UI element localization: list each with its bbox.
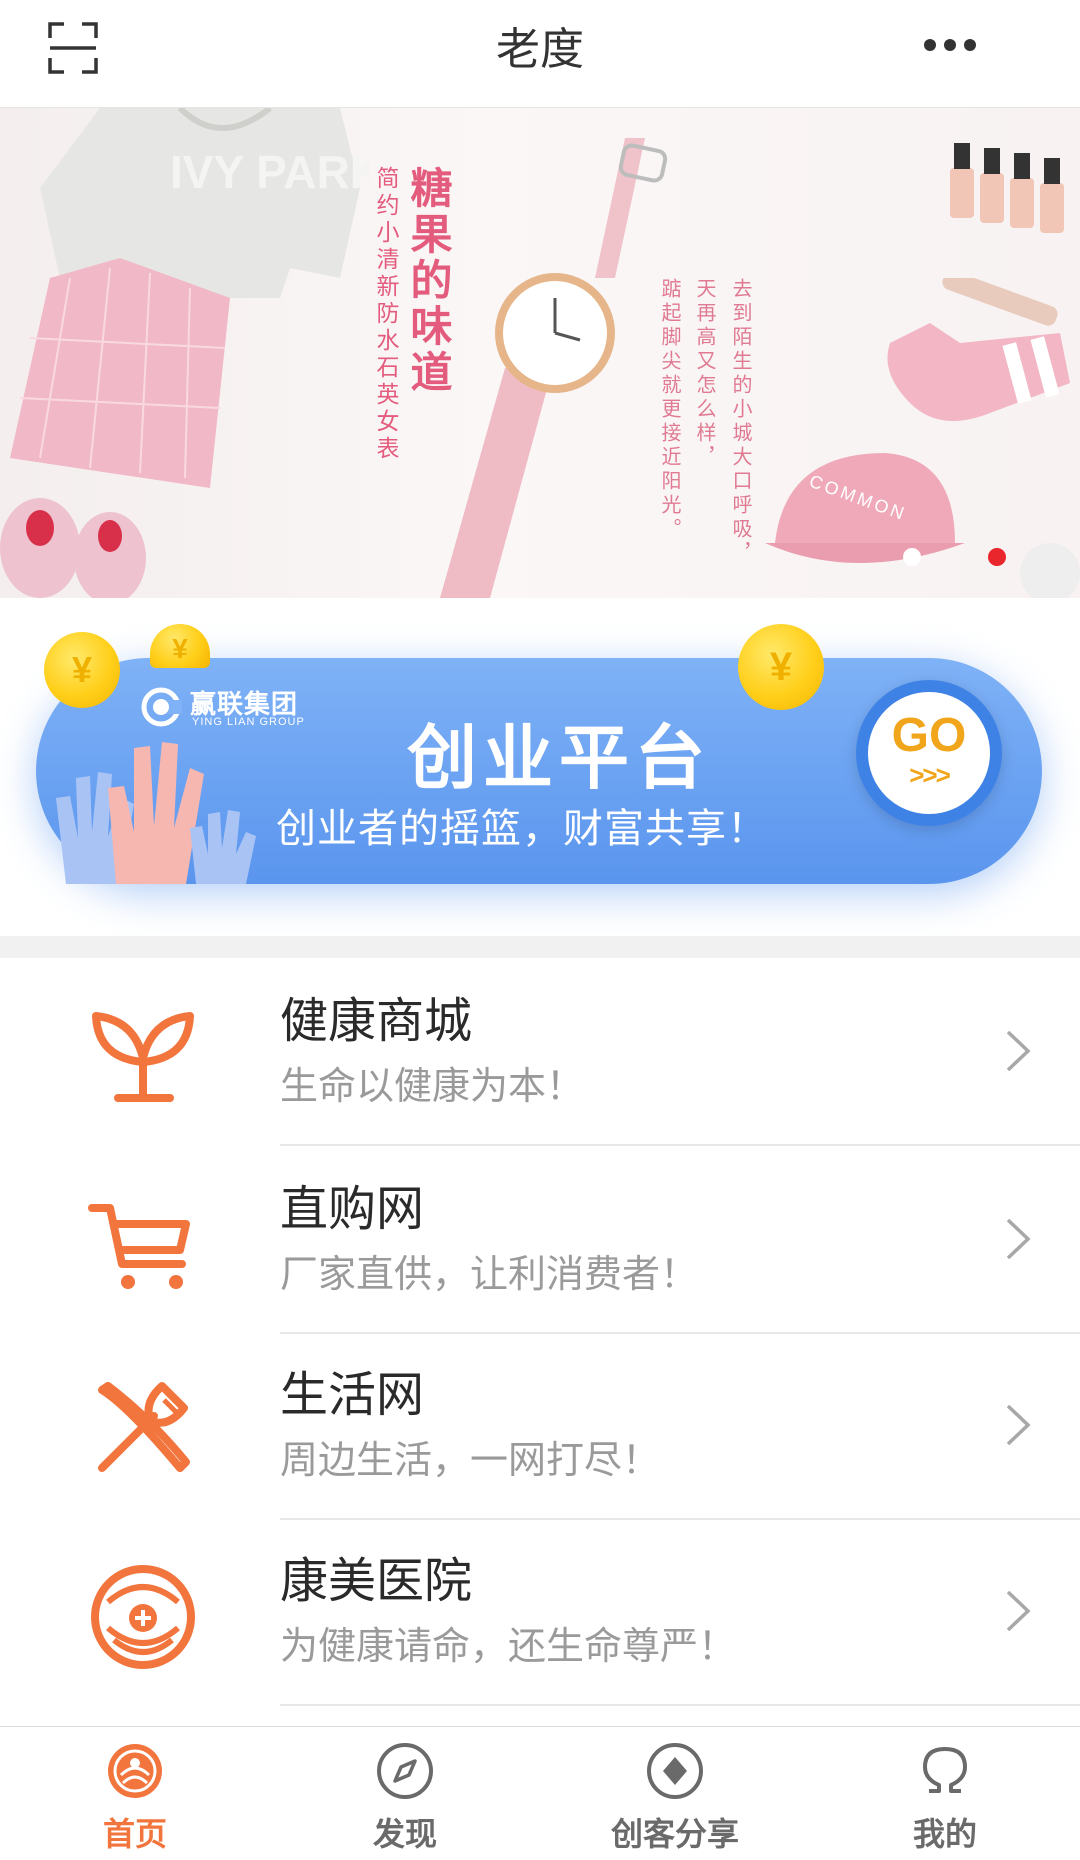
go-button-face: GO >>>: [868, 692, 990, 814]
go-arrows: >>>: [909, 760, 951, 790]
coin-icon: ¥: [150, 624, 210, 668]
chevron-right-icon: [1006, 1404, 1031, 1446]
list-item-title: 健康商城: [280, 995, 473, 1048]
share-diamond-icon: [647, 1743, 703, 1799]
list-item-desc: 厂家直供，让利消费者！: [280, 1254, 699, 1296]
profile-icon: [923, 1747, 967, 1793]
list-item-health-mall[interactable]: 健康商城 生命以健康为本！: [0, 958, 1080, 1146]
banner-subtitle: 简约小清新防水石英女表: [373, 166, 399, 463]
more-dot: [964, 39, 976, 51]
compass-icon: [377, 1743, 433, 1799]
tab-label: 创客分享: [610, 1816, 739, 1852]
coin-icon: ¥: [44, 632, 120, 708]
more-icon[interactable]: [924, 30, 976, 60]
list-item-desc: 生命以健康为本！: [280, 1066, 585, 1108]
go-label: GO: [891, 709, 967, 762]
list-item-title: 生活网: [280, 1369, 425, 1422]
coin-icon: ¥: [738, 624, 824, 710]
go-button[interactable]: GO >>>: [856, 680, 1002, 826]
chevron-right-icon: [1006, 1030, 1031, 1072]
bottom-tab-bar: 首页 发现 创客分享 我的: [0, 1726, 1080, 1860]
carousel-dot-active[interactable]: [988, 548, 1006, 566]
chevron-right-icon: [1006, 1590, 1031, 1632]
compact-mirror-image: [1020, 543, 1080, 598]
sprout-icon: [92, 1012, 194, 1102]
tab-discover[interactable]: 发现: [270, 1727, 540, 1860]
fork-knife-icon: [98, 1382, 190, 1472]
hoodie-text: IVY PARK: [170, 146, 370, 198]
list-item-title: 直购网: [280, 1183, 425, 1236]
tab-mine[interactable]: 我的: [810, 1727, 1080, 1860]
top-bar: 老度: [0, 0, 1080, 108]
tab-home[interactable]: 首页: [0, 1727, 270, 1860]
row-divider: [280, 1704, 1080, 1706]
home-icon: [108, 1744, 162, 1798]
tab-label: 我的: [912, 1816, 977, 1852]
list-item-desc: 周边生活，一网打尽！: [280, 1440, 661, 1482]
tab-maker-share[interactable]: 创客分享: [540, 1727, 810, 1860]
cart-icon: [88, 1204, 190, 1289]
cap-image: COMMON: [765, 453, 965, 563]
platform-slogan: 创业者的摇篮，财富共享！: [276, 807, 768, 851]
section-divider: [0, 936, 1080, 958]
banner-poem-line: 天再高又怎么样，: [693, 278, 715, 470]
startup-platform-banner[interactable]: 赢联集团 YING LIAN GROUP 创业平台 创业者的摇篮，财富共享！ G…: [0, 598, 1080, 936]
banner-title: 糖果的味道: [405, 166, 452, 396]
carousel-dot[interactable]: [903, 548, 921, 566]
hospital-icon: [91, 1565, 195, 1669]
nail-polish-image: [950, 143, 1064, 233]
more-dot: [944, 39, 956, 51]
chevron-right-icon: [1006, 1218, 1031, 1260]
banner-poem-line: 去到陌生的小城大口呼吸，: [729, 278, 751, 566]
sneakers-image: [0, 498, 146, 598]
more-dot: [924, 39, 936, 51]
skirt-image: [10, 258, 230, 488]
list-item-desc: 为健康请命，还生命尊严！: [280, 1626, 737, 1668]
startup-pill[interactable]: 赢联集团 YING LIAN GROUP 创业平台 创业者的摇篮，财富共享！ G…: [36, 658, 1042, 884]
tab-label: 发现: [372, 1816, 437, 1852]
list-item-life-net[interactable]: 生活网 周边生活，一网打尽！: [0, 1332, 1080, 1520]
list-item-hospital[interactable]: 康美医院 为健康请命，还生命尊严！: [0, 1518, 1080, 1706]
page-title: 老度: [496, 25, 584, 74]
tab-label: 首页: [102, 1816, 167, 1852]
promo-banner[interactable]: IVY PARK COMMON 糖果的味道 简约小清新防水石英女表 去到陌生的小…: [0, 108, 1080, 598]
list-item-direct-buy[interactable]: 直购网 厂家直供，让利消费者！: [0, 1146, 1080, 1334]
list-item-title: 康美医院: [280, 1555, 473, 1608]
banner-poem-line: 踮起脚尖就更接近阳光。: [658, 278, 680, 542]
socks-image: [887, 323, 1070, 421]
